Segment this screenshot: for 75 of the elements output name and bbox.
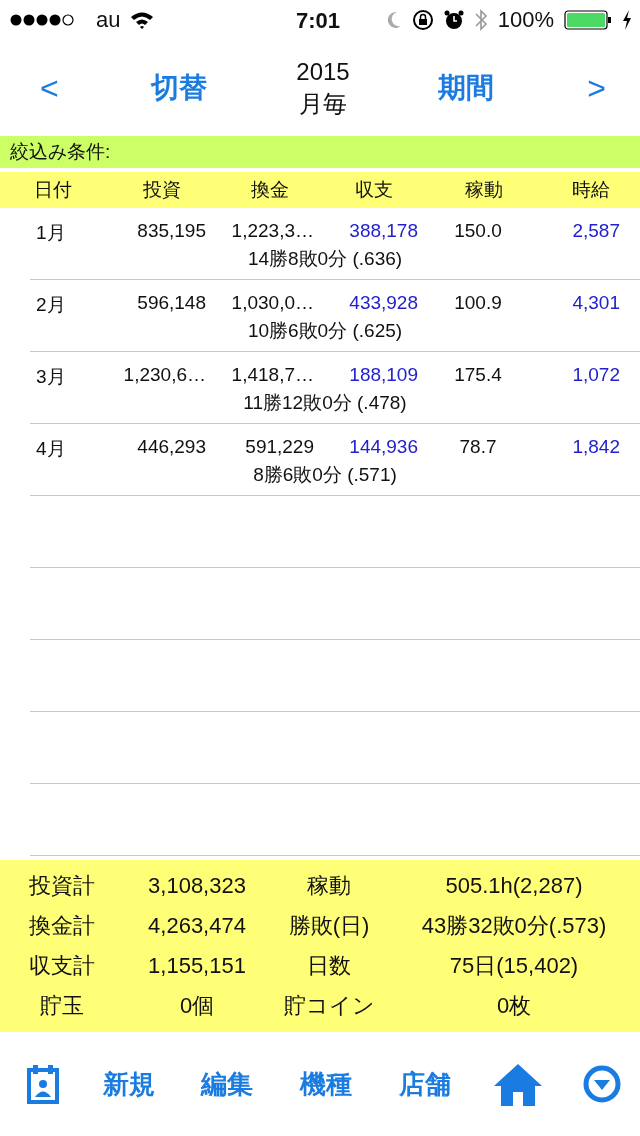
table-cell-text: 1,030,0… xyxy=(230,292,315,315)
battery-percent: 100% xyxy=(497,7,554,33)
clock-time: 7:01 xyxy=(296,8,341,34)
table-cell-text: 4月 xyxy=(36,437,67,461)
summary-label: 換金計 xyxy=(28,912,96,940)
toolbar-button[interactable]: 編集 xyxy=(197,1062,258,1106)
table-cell-text: 1,418,7… xyxy=(230,364,315,387)
summary-label: 貯玉 xyxy=(39,992,85,1020)
rotation-lock-icon xyxy=(411,9,434,31)
column-header: 投資 xyxy=(142,178,182,202)
table-cell-text: 175.4 xyxy=(453,364,503,387)
previous-button[interactable]: < xyxy=(36,65,63,111)
table-cell-text: 4,301 xyxy=(571,292,620,315)
mode-subtitle: 月毎 xyxy=(298,89,347,119)
bluetooth-icon xyxy=(473,8,488,32)
battery-icon xyxy=(564,10,612,30)
table-cell-text: 596,148 xyxy=(136,292,206,315)
win-loss-record: 14勝8敗0分 (.636) xyxy=(246,247,403,271)
next-button[interactable]: > xyxy=(583,65,610,111)
win-loss-record: 11勝12敗0分 (.478) xyxy=(242,391,407,415)
table-cell-text: 1,223,3… xyxy=(230,220,315,243)
table-cell-text: 446,293 xyxy=(136,436,206,459)
year-title: 2015 xyxy=(296,57,350,87)
filter-label: 絞込み条件: xyxy=(10,140,111,164)
table-cell-text: 78.7 xyxy=(458,436,498,459)
table-cell-text: 591,229 xyxy=(244,436,315,459)
summary-label: 貯コイン xyxy=(282,992,376,1020)
home-icon[interactable] xyxy=(493,1062,544,1106)
table-cell-text: 433,928 xyxy=(348,292,418,315)
column-header: 換金 xyxy=(250,178,290,202)
summary-value: 0枚 xyxy=(495,992,533,1020)
column-header: 収支 xyxy=(354,178,394,202)
table-cell-text: 2,587 xyxy=(571,220,620,243)
calendar-icon[interactable] xyxy=(26,1064,60,1104)
wifi-icon xyxy=(130,11,155,29)
table-cell-text: 835,195 xyxy=(136,220,206,243)
table-cell-text: 3月 xyxy=(36,365,67,389)
toolbar-button[interactable]: 店舗 xyxy=(394,1062,455,1106)
alarm-icon xyxy=(443,10,464,30)
summary-value: 505.1h(2,287) xyxy=(444,873,584,899)
column-header: 時給 xyxy=(571,178,611,202)
table-cell-text: 188,109 xyxy=(348,364,418,387)
summary-value: 3,108,323 xyxy=(147,873,247,899)
table-cell-text: 150.0 xyxy=(453,220,503,243)
filter-bar[interactable]: 絞込み条件: xyxy=(0,136,640,168)
carrier-name: au xyxy=(96,7,121,33)
period-button[interactable]: 期間 xyxy=(434,65,499,111)
column-header: 稼動 xyxy=(464,178,504,202)
table-cell-text: 1,842 xyxy=(571,436,620,459)
toolbar-button[interactable]: 機種 xyxy=(295,1062,356,1106)
summary-label: 稼動 xyxy=(306,872,352,900)
summary-value: 75日(15,402) xyxy=(448,952,580,980)
summary-label: 日数 xyxy=(306,952,352,980)
toolbar-button[interactable]: 新規 xyxy=(98,1062,159,1106)
moon-icon xyxy=(385,11,402,29)
summary-label: 勝敗(日) xyxy=(287,912,371,940)
summary-value: 0個 xyxy=(178,992,216,1020)
table-cell-text: 2月 xyxy=(36,293,67,317)
table-cell-text: 1,230,6… xyxy=(122,364,206,387)
switch-button[interactable]: 切替 xyxy=(147,65,212,111)
dropdown-icon[interactable] xyxy=(581,1064,622,1104)
win-loss-record: 10勝6敗0分 (.625) xyxy=(246,319,403,343)
table-cell-text: 388,178 xyxy=(348,220,418,243)
summary-label: 投資計 xyxy=(28,872,96,900)
charging-icon xyxy=(622,10,632,30)
table-cell-text: 1月 xyxy=(36,221,67,245)
table-cell-text: 100.9 xyxy=(453,292,503,315)
summary-label: 収支計 xyxy=(28,952,96,980)
table-cell-text: 144,936 xyxy=(348,436,418,459)
summary-value: 4,263,474 xyxy=(147,913,247,939)
summary-value: 43勝32敗0分(.573) xyxy=(420,912,608,940)
summary-value: 1,155,151 xyxy=(147,953,247,979)
win-loss-record: 8勝6敗0分 (.571) xyxy=(252,463,397,487)
table-cell-text: 1,072 xyxy=(571,364,620,387)
column-header: 日付 xyxy=(33,178,73,202)
